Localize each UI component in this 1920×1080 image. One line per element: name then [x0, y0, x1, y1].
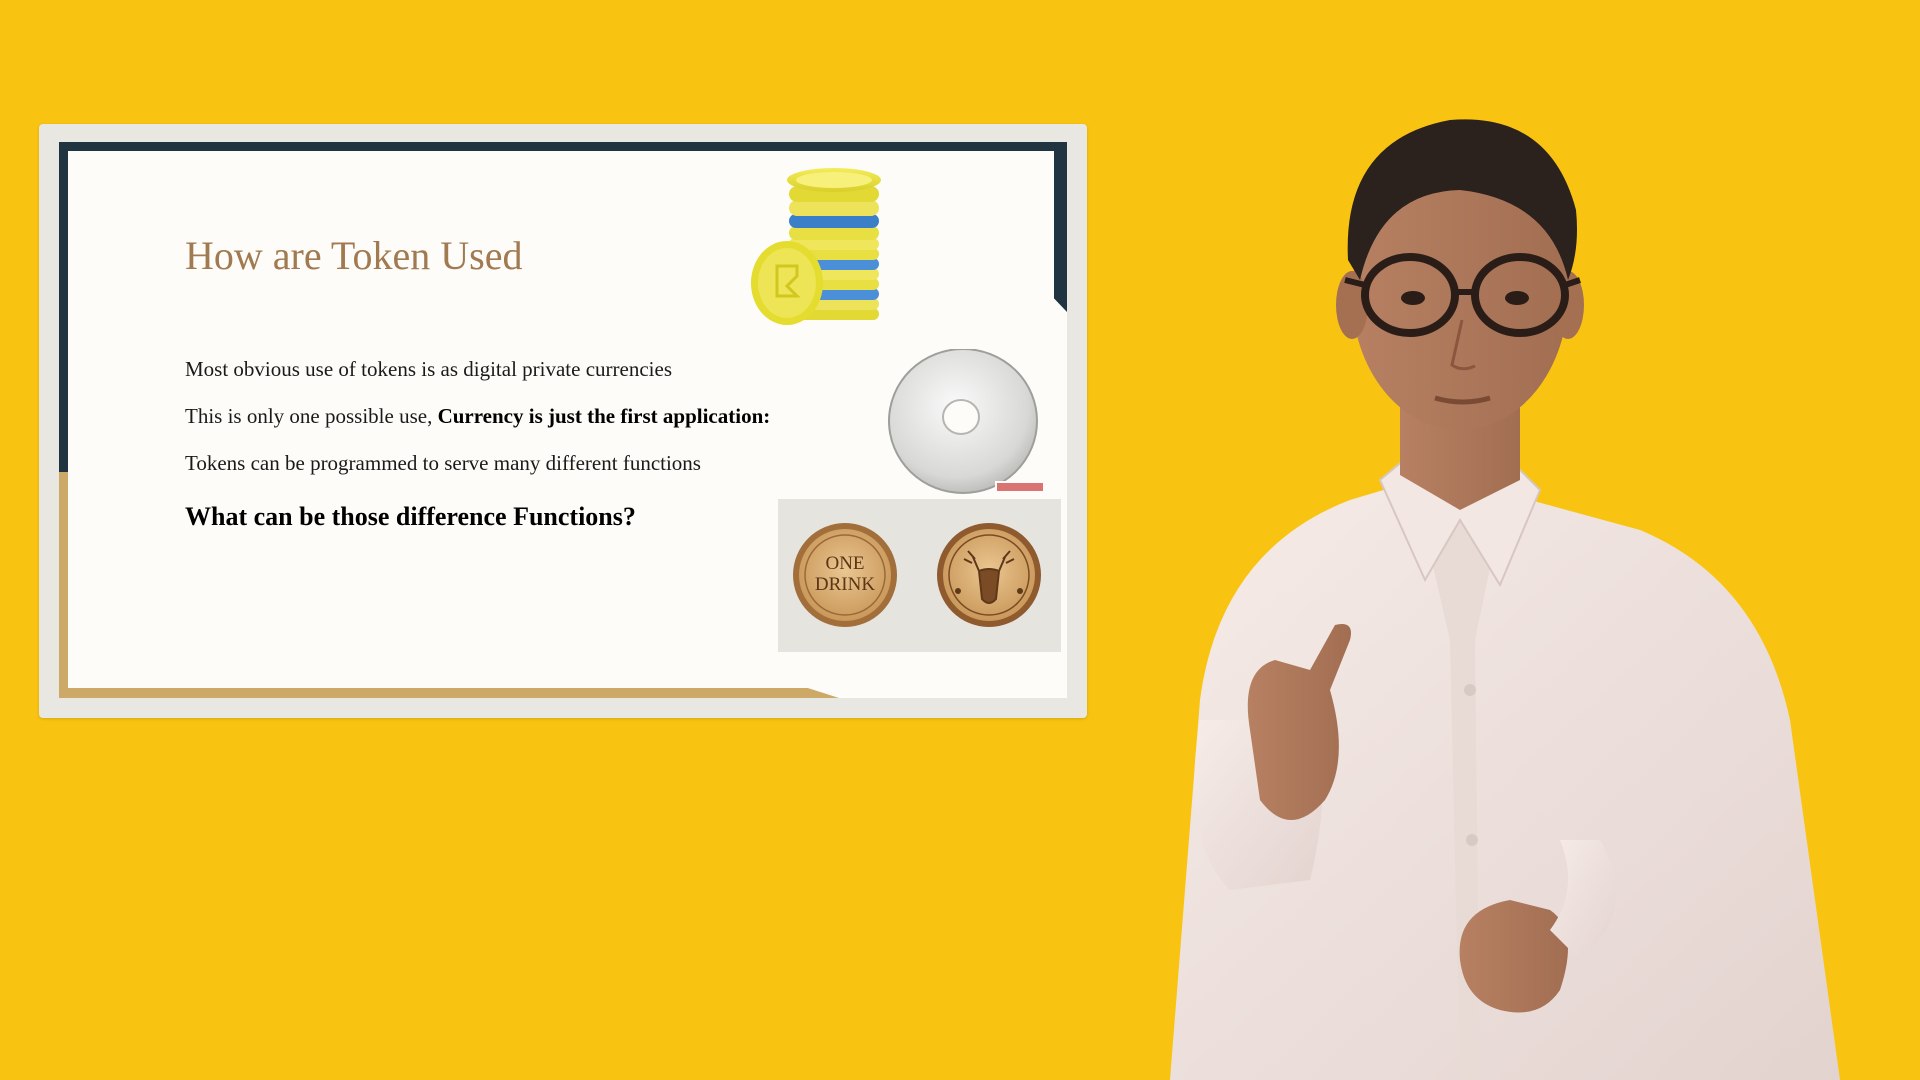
slide: How are Token Used Most obvious use of t… [59, 142, 1067, 698]
bullet-text: This is only one possible use, [185, 404, 438, 428]
coin-text-line2: DRINK [815, 574, 875, 595]
slide-question: What can be those difference Functions? [185, 502, 636, 531]
bullet-bold-text: Currency is just the first application: [437, 404, 771, 428]
bullet-list: Most obvious use of tokens is as digital… [185, 357, 825, 498]
bullet-text: Most obvious use of tokens is as digital… [185, 357, 672, 381]
slide-frame: How are Token Used Most obvious use of t… [39, 124, 1087, 718]
washer-token-icon [883, 348, 1053, 499]
coin-text-line1: ONE [825, 553, 864, 574]
slide-left-accent-gold [59, 472, 68, 698]
slide-right-accent [1054, 142, 1067, 312]
bullet-item: Most obvious use of tokens is as digital… [185, 357, 825, 404]
drink-token-icon: ONE DRINK [778, 499, 1061, 652]
bullet-text: Tokens can be programmed to serve many d… [185, 451, 701, 475]
video-frame: How are Token Used Most obvious use of t… [0, 0, 1920, 1080]
bullet-item: Tokens can be programmed to serve many d… [185, 451, 825, 498]
slide-left-accent-navy [59, 142, 68, 472]
slide-title: How are Token Used [185, 233, 523, 278]
coin-stack-icon [749, 158, 889, 338]
slide-top-accent [59, 142, 1067, 151]
slide-bottom-accent [59, 688, 839, 698]
presenter-figure [1080, 80, 1880, 1080]
bullet-item: This is only one possible use, Currency … [185, 404, 825, 451]
